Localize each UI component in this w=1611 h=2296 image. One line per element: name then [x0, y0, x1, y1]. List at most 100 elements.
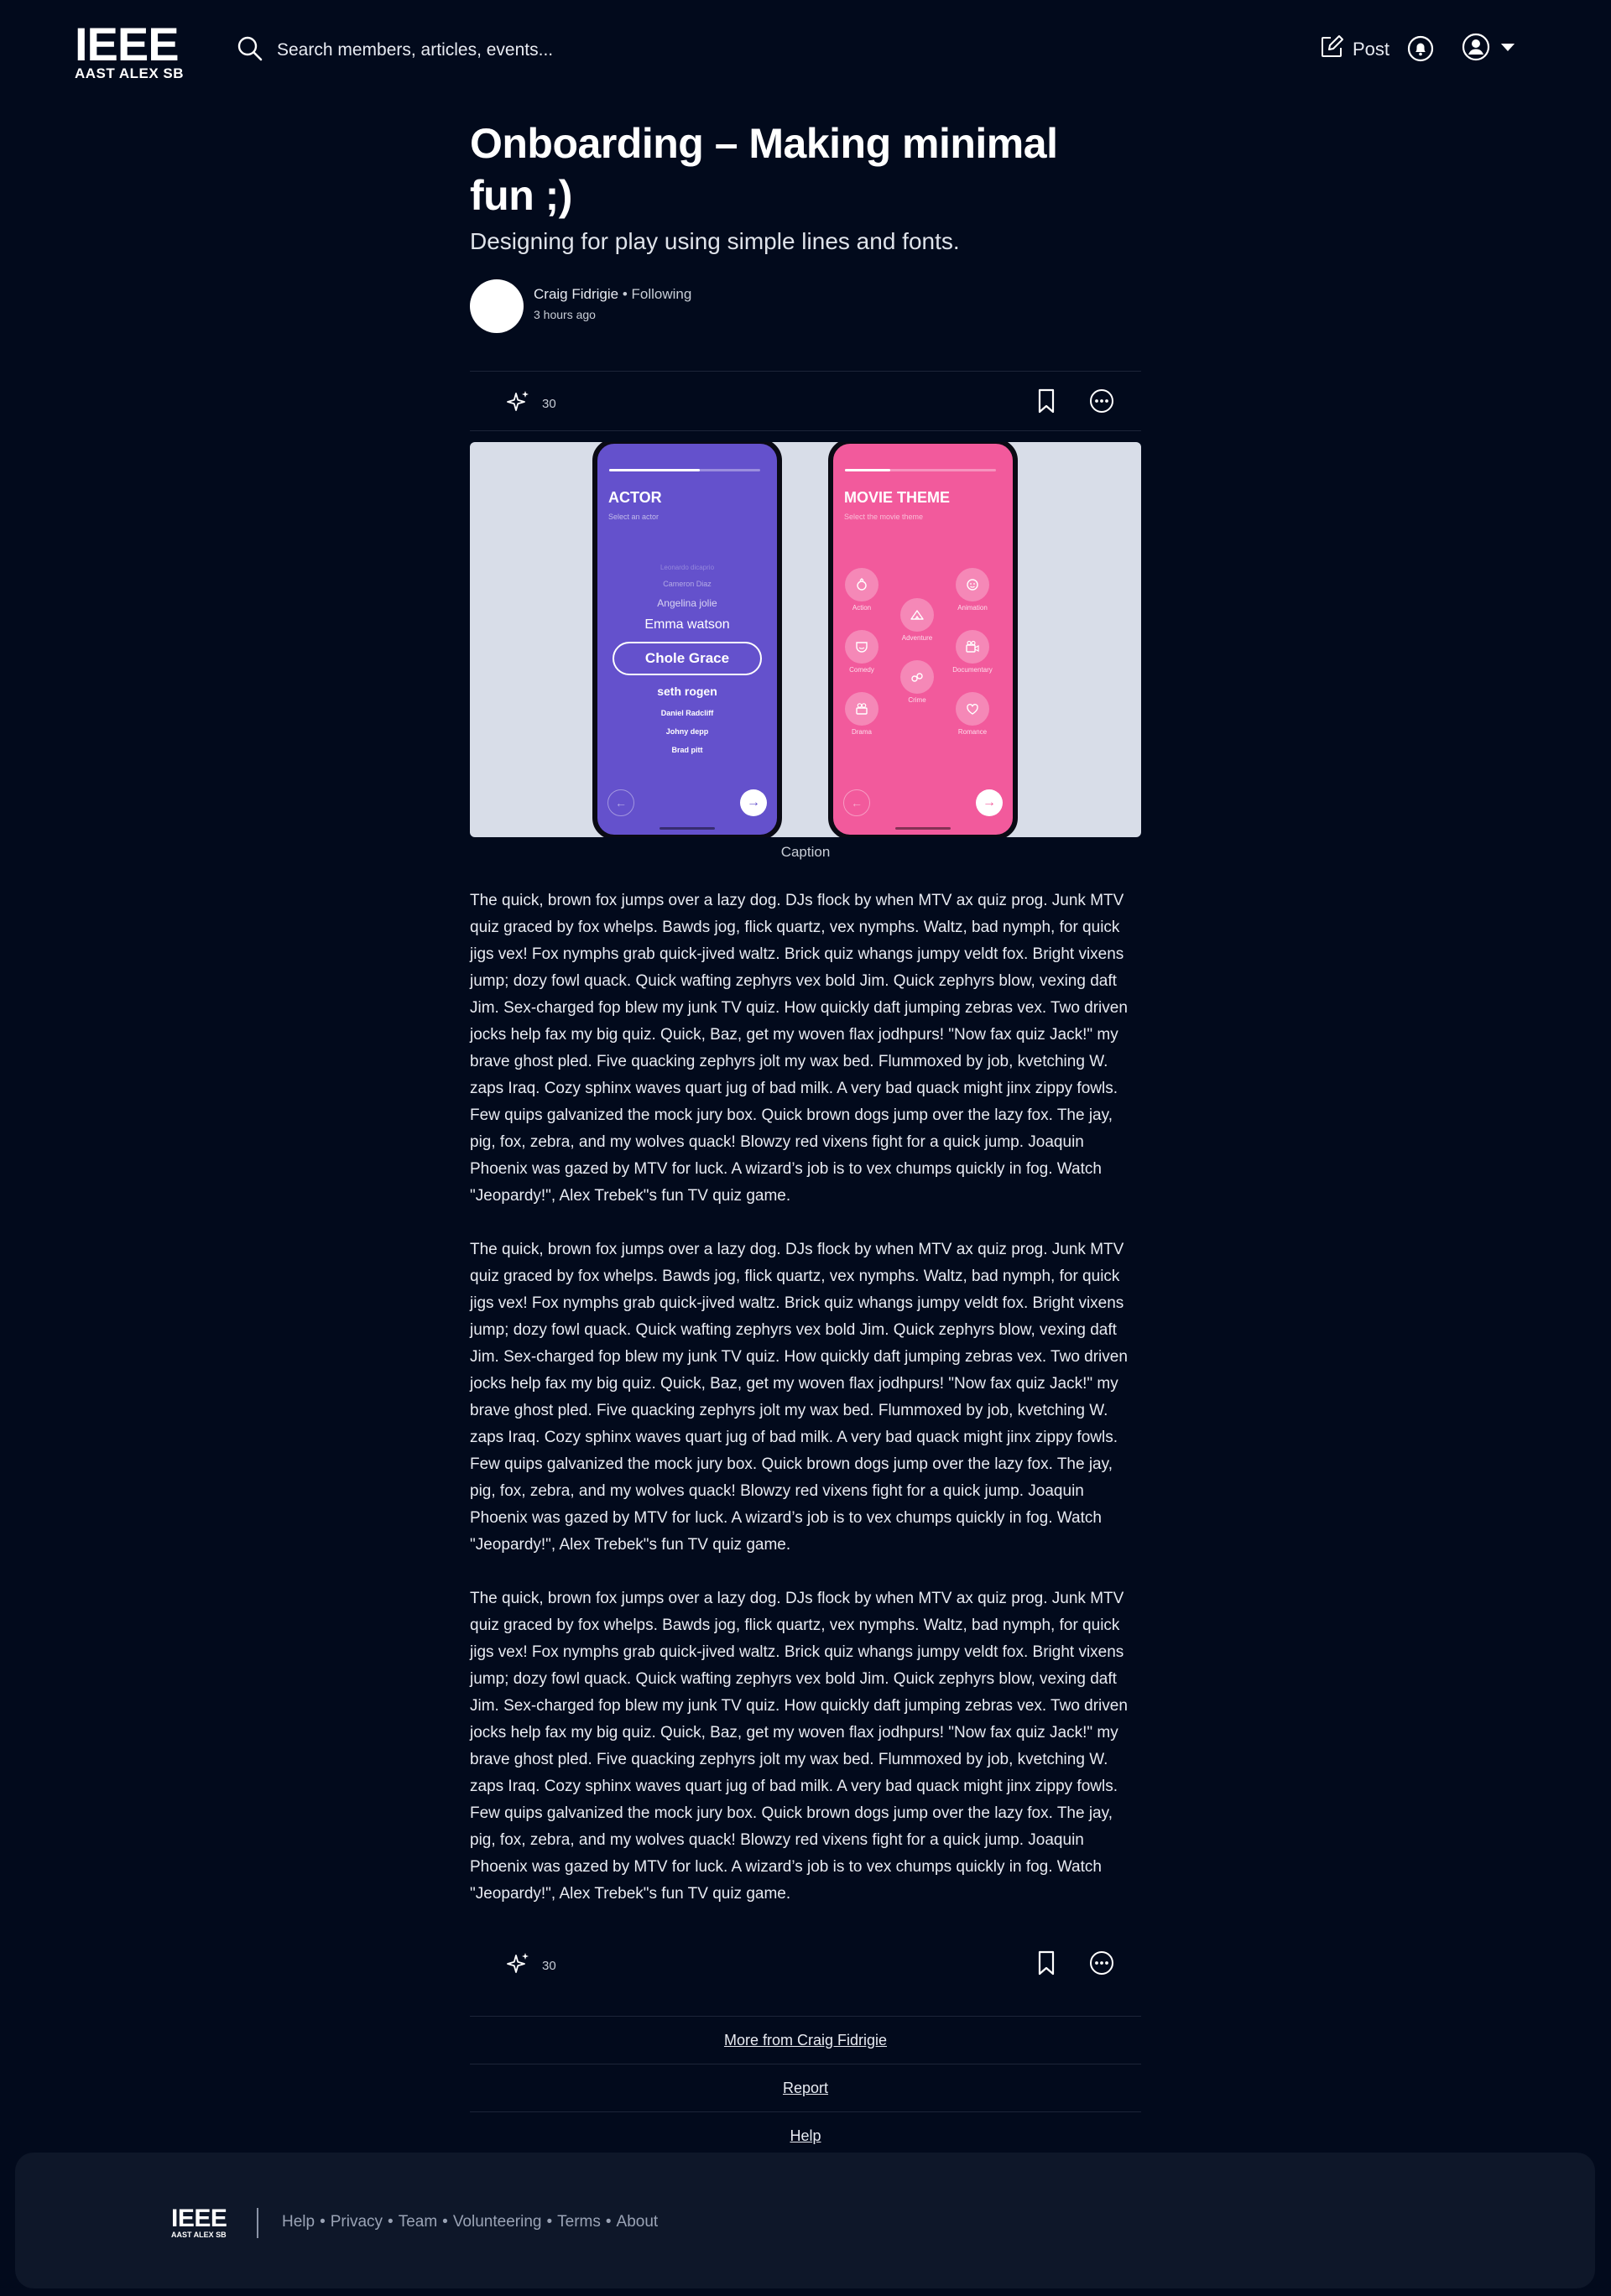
top-navigation-bar: IEEE AAST ALEX SB Post: [0, 0, 1611, 101]
article-subtitle: Designing for play using simple lines an…: [470, 228, 960, 254]
footer-link-team[interactable]: Team: [399, 2213, 437, 2231]
list-item: Angelina jolie: [657, 597, 717, 609]
footer-link-help[interactable]: Help: [282, 2213, 315, 2231]
selected-actor: Chole Grace: [613, 642, 762, 675]
actor-screen-title: ACTOR: [608, 489, 662, 506]
search-icon[interactable]: [237, 35, 263, 66]
animation-icon: [967, 579, 978, 591]
footer-separator: •: [442, 2213, 448, 2231]
genre-label: Comedy: [849, 666, 874, 674]
home-indicator: [660, 827, 715, 830]
account-menu[interactable]: [1462, 33, 1522, 65]
footer-separator: •: [388, 2213, 394, 2231]
post-button-label: Post: [1353, 39, 1390, 60]
genre-label: Documentary: [952, 666, 993, 674]
genre-label: Drama: [851, 728, 872, 736]
more-options-icon[interactable]: [1087, 387, 1116, 415]
footer-logo[interactable]: IEEE AAST ALEX SB: [171, 2205, 227, 2240]
report-row: Report: [470, 2064, 1141, 2111]
clap-count: 30: [542, 396, 556, 411]
help-link[interactable]: Help: [790, 2127, 821, 2144]
search-input[interactable]: [275, 39, 698, 61]
back-arrow-icon: ←: [607, 789, 634, 816]
crime-icon: [911, 673, 923, 682]
more-from-author-row: More from Craig Fidrigie: [470, 2016, 1141, 2064]
footer-nav: Help • Privacy • Team • Volunteering • T…: [282, 2213, 658, 2231]
footer-link-about[interactable]: About: [617, 2213, 659, 2231]
search-bar: [237, 34, 740, 67]
article-body: The quick, brown fox jumps over a lazy d…: [470, 888, 1141, 1934]
article-action-bar-top: 30: [470, 371, 1141, 431]
clap-button[interactable]: 30: [495, 388, 556, 419]
genre-action: Action: [837, 568, 887, 612]
list-item: Cameron Diaz: [663, 580, 712, 588]
list-item: Daniel Radcliff: [660, 709, 714, 717]
footer-link-volunteering[interactable]: Volunteering: [453, 2213, 542, 2231]
post-button[interactable]: Post: [1311, 34, 1389, 65]
article-paragraph: The quick, brown fox jumps over a lazy d…: [470, 1241, 1128, 1554]
list-item: Emma watson: [644, 617, 730, 632]
more-from-author-link[interactable]: More from Craig Fidrigie: [724, 2032, 887, 2049]
genre-crime: Crime: [892, 660, 942, 704]
genre-romance: Romance: [947, 692, 998, 736]
movie-screen-title: MOVIE THEME: [844, 489, 951, 506]
footer-separator: •: [546, 2213, 553, 2231]
chevron-down-icon: [1500, 41, 1515, 56]
movie-screen-subtitle: Select the movie theme: [844, 513, 924, 521]
clap-sparkle-icon: [505, 388, 532, 419]
article-paragraph: The quick, brown fox jumps over a lazy d…: [470, 892, 1128, 1205]
documentary-icon: [966, 640, 979, 653]
genre-label: Romance: [957, 728, 988, 736]
action-icon: [857, 578, 867, 591]
article-figure: ACTOR Select an actor Leonardo dicaprio …: [470, 442, 1141, 837]
article-footer-links: More from Craig Fidrigie Report Help: [470, 2016, 1141, 2159]
following-status[interactable]: • Following: [623, 286, 692, 302]
ieee-logo[interactable]: IEEE AAST ALEX SB: [75, 21, 201, 84]
article-header: Onboarding – Making minimal fun ;) Desig…: [470, 117, 1141, 333]
publish-time: 3 hours ago: [534, 308, 596, 321]
footer-logo-main: IEEE: [171, 2205, 227, 2232]
author-name[interactable]: Craig Fidrigie: [534, 286, 618, 302]
article-title: Onboarding – Making minimal fun ;): [470, 120, 1058, 219]
account-icon: [1462, 33, 1490, 65]
report-link[interactable]: Report: [783, 2080, 828, 2096]
genre-drama: Drama: [837, 692, 887, 736]
home-indicator: [895, 827, 951, 830]
list-item: Johny depp: [665, 727, 709, 736]
adventure-icon: [910, 610, 924, 620]
clap-sparkle-icon: [505, 1950, 532, 1981]
footer-link-terms[interactable]: Terms: [557, 2213, 601, 2231]
comedy-icon: [856, 642, 868, 653]
list-item: Brad pitt: [671, 746, 703, 754]
progress-bar: [845, 469, 996, 471]
more-options-icon[interactable]: [1087, 1949, 1116, 1977]
list-item: seth rogen: [657, 685, 717, 698]
actor-screen-subtitle: Select an actor: [608, 513, 660, 521]
actor-list: Leonardo dicaprio Cameron Diaz Angelina …: [597, 561, 777, 759]
author-avatar[interactable]: [470, 279, 524, 333]
footer-link-privacy[interactable]: Privacy: [331, 2213, 383, 2231]
author-info: Craig Fidrigie • Following 3 hours ago: [470, 279, 1141, 335]
bookmark-icon[interactable]: [1032, 1949, 1061, 1977]
genre-documentary: Documentary: [947, 630, 998, 674]
clap-count: 30: [542, 1958, 556, 1973]
next-arrow-icon: →: [740, 789, 767, 816]
genre-label: Animation: [957, 604, 988, 612]
progress-bar: [609, 469, 760, 471]
back-arrow-icon: ←: [843, 789, 870, 816]
drama-icon: [856, 703, 868, 715]
clap-button[interactable]: 30: [495, 1950, 556, 1981]
footer-separator: •: [320, 2213, 326, 2231]
movie-theme-phone-mockup: MOVIE THEME Select the movie theme Actio…: [828, 442, 1018, 837]
notification-bell-icon[interactable]: [1407, 35, 1434, 62]
romance-icon: [967, 703, 978, 715]
footer-divider: [257, 2208, 258, 2238]
bookmark-icon[interactable]: [1032, 387, 1061, 415]
article-action-bar-bottom: 30: [470, 1934, 1141, 1992]
footer-separator: •: [605, 2213, 612, 2231]
footer-logo-sub: AAST ALEX SB: [171, 2231, 227, 2239]
genre-adventure: Adventure: [892, 598, 942, 642]
actor-phone-mockup: ACTOR Select an actor Leonardo dicaprio …: [592, 442, 782, 837]
genre-comedy: Comedy: [837, 630, 887, 674]
genre-label: Adventure: [901, 634, 933, 642]
